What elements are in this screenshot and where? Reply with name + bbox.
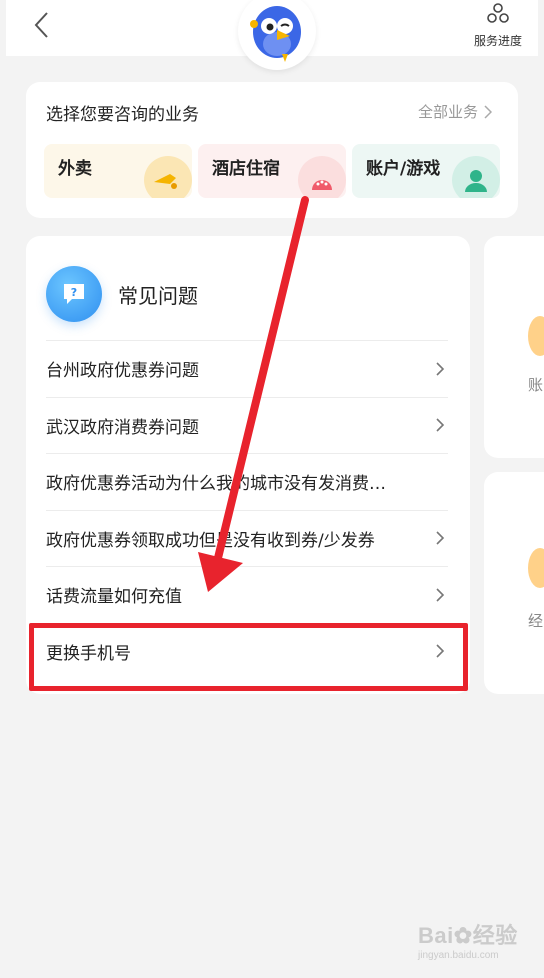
service-progress-button[interactable]: 服务进度	[470, 2, 526, 50]
paw-icon: ✿	[453, 923, 473, 948]
chevron-right-icon	[484, 104, 492, 119]
faq-item-change-phone[interactable]: 更换手机号	[46, 622, 448, 680]
business-tile-label: 外卖	[58, 159, 92, 179]
chevron-right-icon	[436, 362, 445, 376]
business-title: 选择您要咨询的业务	[46, 105, 199, 125]
business-tile-label: 账户/游戏	[366, 159, 441, 179]
mascot-avatar	[238, 0, 316, 70]
faq-item[interactable]: 政府优惠券活动为什么我的城市没有发消费…	[46, 453, 448, 510]
faq-question: 政府优惠券领取成功但是没有收到券/少发券	[46, 530, 375, 551]
question-chat-icon: ?	[46, 266, 102, 322]
side-card-peek[interactable]: 经	[484, 472, 544, 694]
faq-question: 更换手机号	[46, 643, 131, 664]
faq-title: 常见问题	[118, 283, 198, 308]
chevron-right-icon	[436, 418, 445, 432]
watermark-brand: Bai	[418, 923, 454, 948]
faq-question: 政府优惠券活动为什么我的城市没有发消费…	[46, 474, 386, 495]
decor-dot	[528, 316, 544, 356]
watermark: Bai✿经验 jingyan.baidu.com	[418, 918, 528, 968]
business-tile-account-game[interactable]: 账户/游戏	[352, 144, 500, 198]
service-progress-label: 服务进度	[473, 34, 522, 48]
side-card-peek[interactable]: 账	[484, 236, 544, 458]
hotel-icon	[298, 156, 346, 198]
business-tile-label: 酒店住宿	[212, 159, 280, 179]
faq-item[interactable]: 话费流量如何充值	[46, 566, 448, 623]
svg-text:?: ?	[71, 286, 77, 299]
chevron-right-icon	[436, 644, 445, 658]
decor-dot	[528, 548, 544, 588]
watermark-sub: jingyan.baidu.com	[418, 950, 499, 961]
business-tile-takeout[interactable]: 外卖	[44, 144, 192, 198]
side-card-label: 经	[528, 612, 544, 630]
owl-mascot-icon	[250, 6, 301, 62]
faq-header: ? 常见问题	[46, 266, 198, 322]
faq-list: 台州政府优惠券问题 武汉政府消费券问题 政府优惠券活动为什么我的城市没有发消费……	[46, 340, 448, 679]
faq-card: ? 常见问题 台州政府优惠券问题 武汉政府消费券问题 政府优惠券活动为什么我的城…	[26, 236, 470, 694]
back-button[interactable]	[26, 8, 56, 42]
side-card-label: 账	[528, 376, 544, 394]
delivery-icon	[144, 156, 192, 198]
watermark-suffix: 经验	[472, 923, 518, 948]
all-business-link[interactable]: 全部业务	[418, 101, 492, 122]
faq-item[interactable]: 台州政府优惠券问题	[46, 340, 448, 397]
faq-question: 台州政府优惠券问题	[46, 361, 199, 382]
chevron-right-icon	[436, 531, 445, 545]
all-business-label: 全部业务	[417, 103, 478, 121]
chevron-right-icon	[436, 588, 445, 602]
chevron-left-icon	[34, 12, 48, 38]
faq-item[interactable]: 武汉政府消费券问题	[46, 396, 448, 454]
nodes-icon	[487, 3, 509, 23]
business-tile-hotel[interactable]: 酒店住宿	[198, 144, 346, 198]
user-icon	[452, 156, 500, 198]
faq-item[interactable]: 政府优惠券领取成功但是没有收到券/少发券	[46, 509, 448, 567]
faq-question: 话费流量如何充值	[46, 587, 182, 608]
business-selector-card: 选择您要咨询的业务 全部业务 外卖 酒店住宿 账户/游戏	[26, 82, 518, 218]
top-bar: 服务进度	[6, 0, 538, 70]
faq-question: 武汉政府消费券问题	[46, 417, 199, 438]
